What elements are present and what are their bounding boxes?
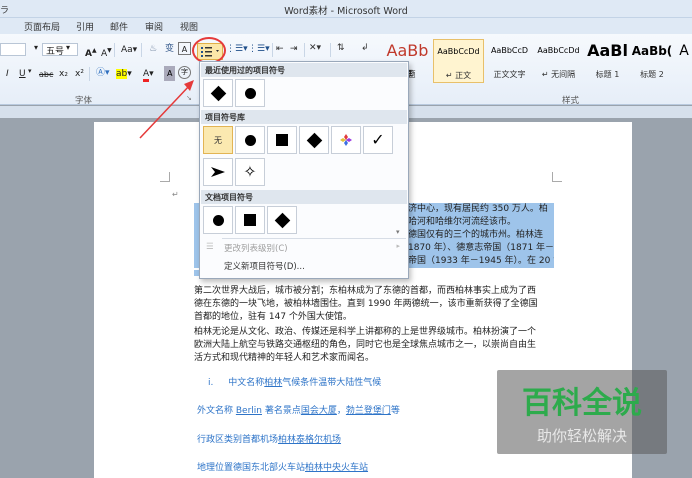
diamond-bullet-icon [274, 212, 290, 228]
none-label: 无 [214, 135, 222, 145]
watermark-title: 百科全说 [522, 386, 642, 421]
submenu-arrow-icon: ▸ [396, 242, 400, 250]
circle-bullet-icon [244, 134, 256, 146]
recent-bullets-header: 最近使用过的项目符号 [201, 63, 407, 77]
bullet-option-arrow[interactable] [203, 158, 233, 186]
square-bullet-icon [244, 214, 256, 226]
define-new-bullet-label: 定义新项目符号(D)... [224, 262, 305, 272]
list-level-icon: ☰ [206, 242, 214, 252]
bullet-option-check[interactable]: ✓ [363, 126, 393, 154]
bullet-option-star[interactable]: ✧ [235, 158, 265, 186]
bullet-option-square[interactable] [235, 206, 265, 234]
document-bullets-header: 文档项目符号 [201, 190, 407, 204]
bullet-option-diamond[interactable] [299, 126, 329, 154]
change-list-level-item: ☰ 更改列表级别(C) ▸ [202, 240, 406, 256]
diamond-bullet-icon [210, 85, 226, 101]
bullet-library-dropdown: 最近使用过的项目符号 项目符号库 无 ✓ ✧ 文档项目符号 ▾ ☰ 更改列表级别… [199, 61, 409, 279]
bullet-option-none[interactable]: 无 [203, 126, 233, 154]
bullet-option-circle[interactable] [203, 206, 233, 234]
watermark: 百科全说 助你轻松解决 [497, 370, 667, 454]
menu-divider [222, 238, 406, 239]
diamond-bullet-icon [306, 132, 322, 148]
bullet-option-circle[interactable] [235, 126, 265, 154]
change-list-level-label: 更改列表级别(C) [224, 244, 288, 254]
bullet-library-header: 项目符号库 [201, 110, 407, 124]
bullet-option-diamond[interactable] [203, 79, 233, 107]
arrow-bullet-icon [211, 167, 225, 177]
define-new-bullet-item[interactable]: 定义新项目符号(D)... [202, 258, 406, 274]
square-bullet-icon [276, 134, 288, 146]
watermark-subtitle: 助你轻松解决 [536, 427, 627, 445]
circle-bullet-icon [244, 87, 256, 99]
bullet-option-circle[interactable] [235, 79, 265, 107]
scroll-down-icon[interactable]: ▾ [396, 228, 406, 238]
bullet-option-square[interactable] [267, 126, 297, 154]
check-bullet-icon: ✓ [371, 130, 385, 149]
four-diamond-bullet-icon [340, 134, 352, 146]
bullet-option-four-diamond[interactable] [331, 126, 361, 154]
bullet-option-diamond[interactable] [267, 206, 297, 234]
four-point-star-icon: ✧ [243, 162, 257, 181]
circle-bullet-icon [212, 214, 224, 226]
